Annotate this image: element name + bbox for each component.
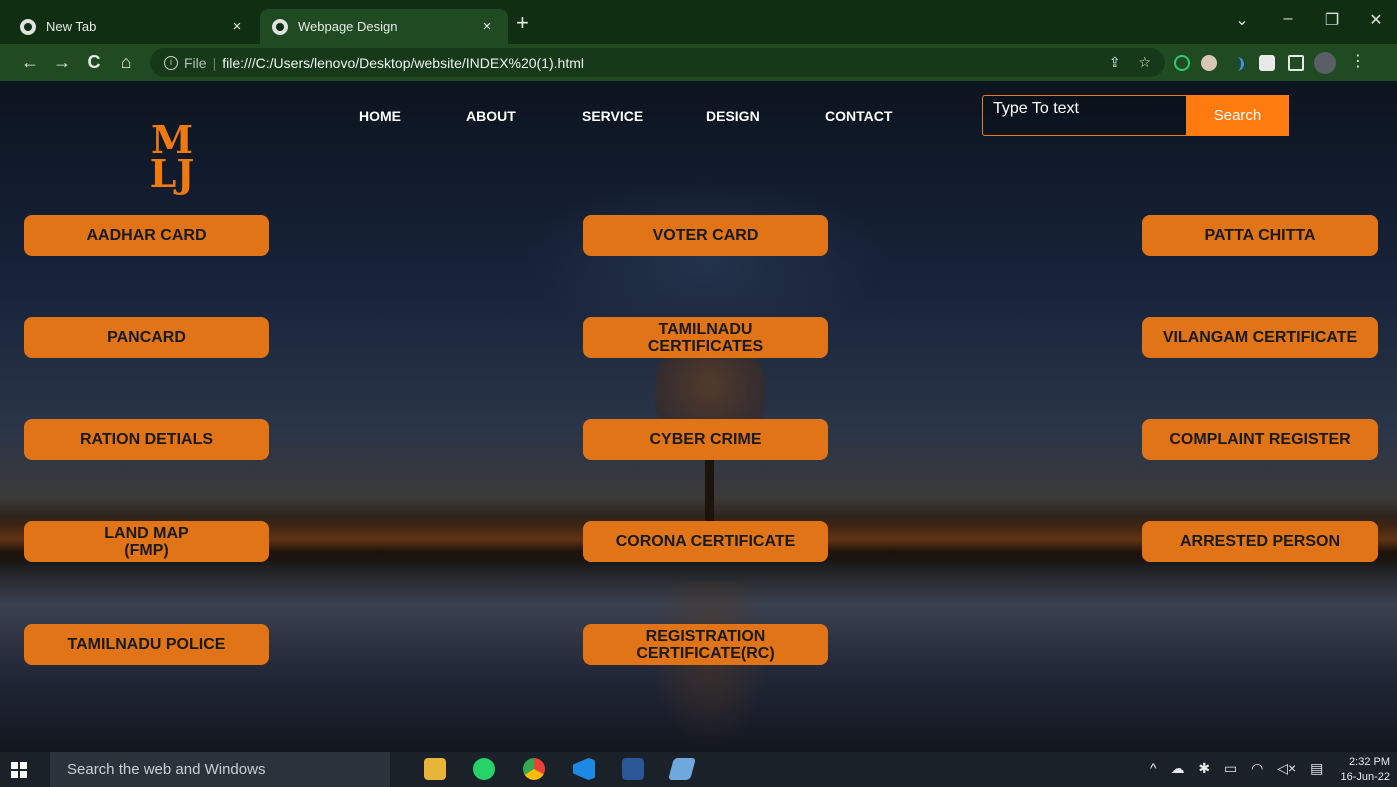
nav-contact[interactable]: CONTACT [825, 108, 892, 124]
info-icon[interactable]: i [164, 55, 178, 70]
tab-search-icon[interactable]: ⌄ [1222, 10, 1262, 30]
notes-app-icon[interactable] [668, 758, 696, 780]
site-search: Search [982, 95, 1289, 136]
notification-icon[interactable]: ▤ [1310, 760, 1323, 776]
audio-extension-icon[interactable] [1230, 57, 1244, 71]
vscode-icon[interactable] [573, 758, 595, 780]
patta-chitta-button[interactable]: PATTA CHITTA [1142, 215, 1378, 256]
search-button[interactable]: Search [1186, 95, 1289, 136]
back-button[interactable]: ← [18, 51, 42, 73]
word-icon[interactable] [622, 758, 644, 780]
nav-about[interactable]: ABOUT [466, 108, 516, 124]
file-explorer-icon[interactable] [424, 758, 446, 780]
menu-icon[interactable]: ⋮ [1350, 53, 1366, 71]
profile-avatar[interactable] [1314, 52, 1336, 74]
chrome-taskbar-icon[interactable] [523, 758, 545, 780]
home-button[interactable]: ⌂ [114, 51, 138, 73]
search-input[interactable] [982, 95, 1187, 136]
address-bar[interactable]: i File | file:///C:/Users/lenovo/Desktop… [150, 48, 1165, 77]
nav-design[interactable]: DESIGN [706, 108, 760, 124]
corona-certificate-button[interactable]: CORONA CERTIFICATE [583, 521, 828, 562]
cyber-crime-button[interactable]: CYBER CRIME [583, 419, 828, 460]
arrested-person-button[interactable]: ARRESTED PERSON [1142, 521, 1378, 562]
sidebar-icon[interactable] [1288, 55, 1304, 71]
forward-button[interactable]: → [50, 51, 74, 73]
nav-home[interactable]: HOME [359, 108, 401, 124]
share-icon[interactable]: ⇪ [1109, 54, 1121, 70]
tab-new-tab[interactable]: New Tab × [8, 9, 258, 44]
reload-button[interactable]: C [82, 51, 106, 73]
tab-close-icon[interactable]: × [228, 18, 246, 35]
tamilnadu-police-button[interactable]: TAMILNADU POLICE [24, 624, 269, 665]
puzzle-icon[interactable] [1259, 55, 1275, 71]
extension-icon[interactable] [1201, 55, 1217, 71]
minimize-button[interactable]: – [1268, 10, 1308, 28]
address-scheme: File [184, 54, 207, 71]
browser-tab-strip: New Tab × Webpage Design × + ⌄ – ❐ ✕ [0, 0, 1397, 44]
system-tray: ^ ☁ ✱ ▭ ◠ ◁× ▤ [1150, 760, 1333, 777]
tab-label: New Tab [46, 19, 97, 34]
tab-label: Webpage Design [298, 19, 398, 34]
battery-icon[interactable]: ▭ [1224, 760, 1237, 776]
chevron-up-icon[interactable]: ^ [1150, 760, 1157, 776]
windows-start-icon[interactable] [11, 762, 27, 778]
complaint-register-button[interactable]: COMPLAINT REGISTER [1142, 419, 1378, 460]
registration-certificate-button[interactable]: REGISTRATION CERTIFICATE(RC) [583, 624, 828, 665]
star-icon[interactable]: ☆ [1138, 54, 1151, 70]
cloud-icon[interactable]: ☁ [1170, 760, 1184, 776]
restore-button[interactable]: ❐ [1312, 10, 1352, 30]
address-url[interactable]: file:///C:/Users/lenovo/Desktop/website/… [222, 55, 584, 71]
tree-reflection [650, 581, 770, 751]
nav-service[interactable]: SERVICE [582, 108, 643, 124]
wifi-icon[interactable]: ◠ [1251, 760, 1263, 776]
bluetooth-icon[interactable]: ✱ [1198, 760, 1210, 776]
close-window-button[interactable]: ✕ [1356, 10, 1396, 30]
tab-webpage-design[interactable]: Webpage Design × [260, 9, 508, 44]
aadhar-card-button[interactable]: AADHAR CARD [24, 215, 269, 256]
voter-card-button[interactable]: VOTER CARD [583, 215, 828, 256]
land-map-button[interactable]: LAND MAP (FMP) [24, 521, 269, 562]
speaker-muted-icon[interactable]: ◁× [1277, 760, 1296, 776]
clock-time: 2:32 PM [1349, 756, 1390, 768]
whatsapp-icon[interactable] [473, 758, 495, 780]
taskbar-clock[interactable]: 2:32 PM 16-Jun-22 [1332, 755, 1390, 785]
extension-icon[interactable] [1174, 55, 1190, 71]
new-tab-button[interactable]: + [516, 12, 529, 34]
ration-details-button[interactable]: RATION DETIALS [24, 419, 269, 460]
globe-icon [272, 18, 288, 35]
vilangam-certificate-button[interactable]: VILANGAM CERTIFICATE [1142, 317, 1378, 358]
tab-close-icon[interactable]: × [478, 18, 496, 35]
tamilnadu-certificates-button[interactable]: TAMILNADU CERTIFICATES [583, 317, 828, 358]
pancard-button[interactable]: PANCARD [24, 317, 269, 358]
page-viewport: M LJ HOME ABOUT SERVICE DESIGN CONTACT S… [0, 81, 1397, 752]
address-separator: | [212, 54, 217, 71]
windows-taskbar: Search the web and Windows ^ ☁ ✱ ▭ ◠ ◁× … [0, 752, 1397, 787]
chrome-icon [20, 18, 36, 35]
taskbar-search-box[interactable]: Search the web and Windows [50, 752, 390, 787]
site-logo[interactable]: M LJ [148, 121, 196, 193]
clock-date: 16-Jun-22 [1340, 771, 1390, 783]
